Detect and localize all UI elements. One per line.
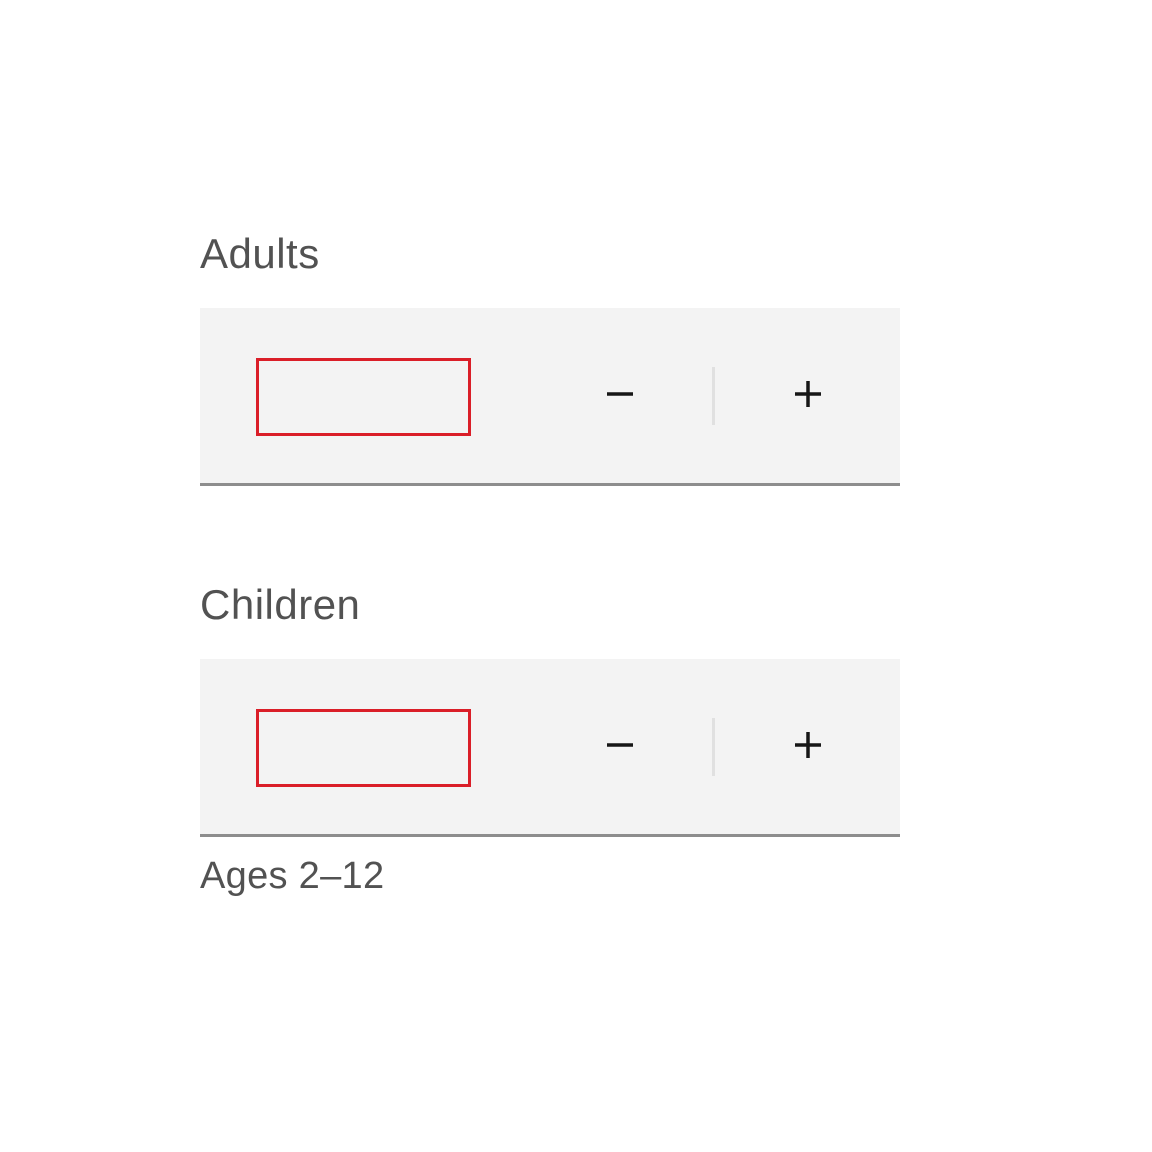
minus-icon bbox=[601, 375, 639, 416]
adults-stepper bbox=[200, 308, 900, 486]
children-stepper bbox=[200, 659, 900, 837]
children-value-input[interactable] bbox=[256, 709, 471, 787]
children-controls bbox=[527, 659, 900, 834]
adults-increment-button[interactable] bbox=[715, 308, 900, 483]
passenger-steppers: Adults bbox=[200, 230, 900, 993]
children-label: Children bbox=[200, 581, 900, 629]
adults-decrement-button[interactable] bbox=[527, 308, 712, 483]
adults-controls bbox=[527, 308, 900, 483]
adults-group: Adults bbox=[200, 230, 900, 486]
minus-icon bbox=[601, 726, 639, 767]
plus-icon bbox=[789, 726, 827, 767]
adults-value-input[interactable] bbox=[256, 358, 471, 436]
children-group: Children bbox=[200, 581, 900, 898]
adults-label: Adults bbox=[200, 230, 900, 278]
children-helper-text: Ages 2–12 bbox=[200, 855, 900, 898]
plus-icon bbox=[789, 375, 827, 416]
children-decrement-button[interactable] bbox=[527, 659, 712, 834]
children-increment-button[interactable] bbox=[715, 659, 900, 834]
